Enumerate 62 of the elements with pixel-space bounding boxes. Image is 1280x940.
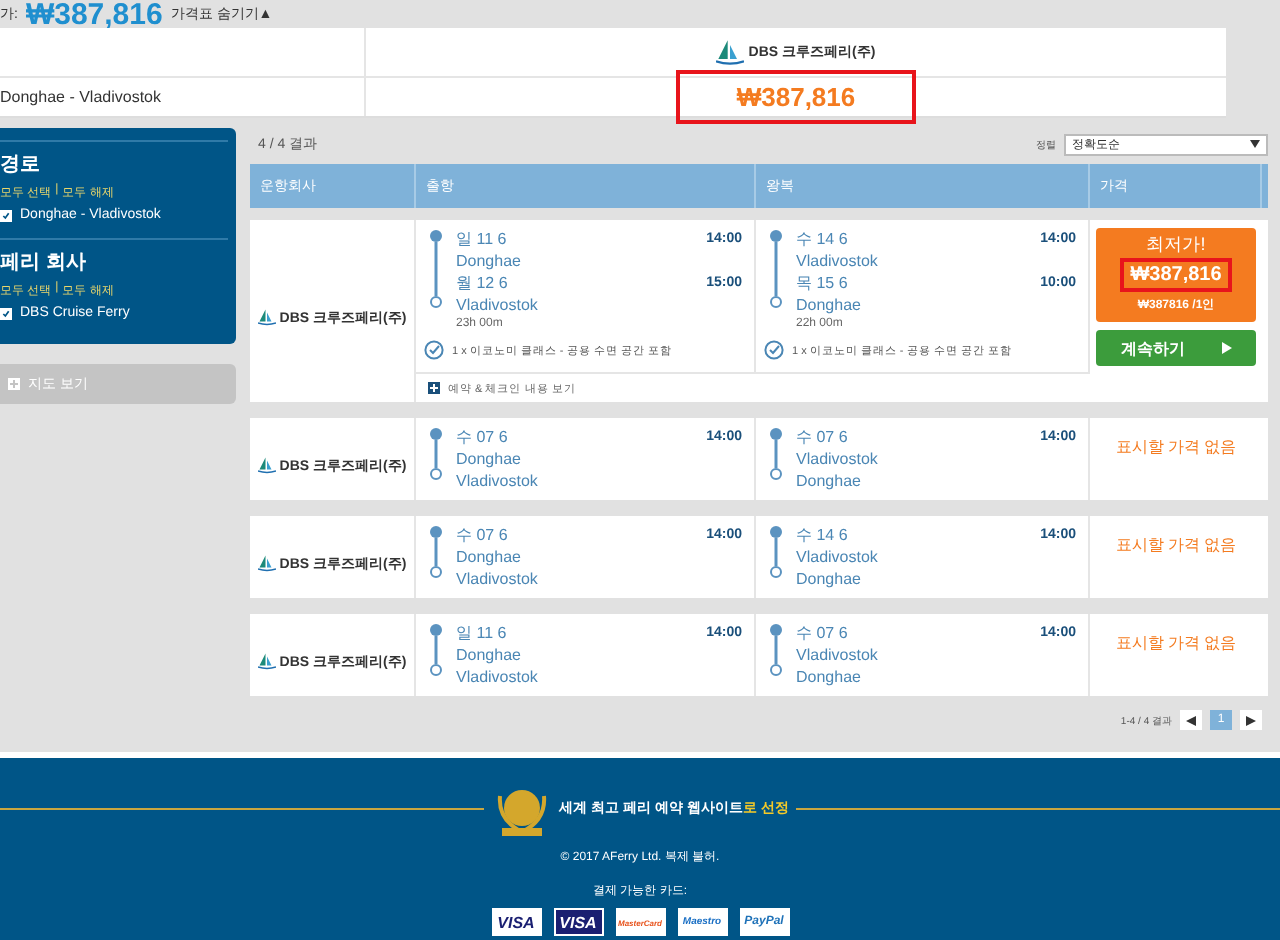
arrival-date: 월 12 6	[456, 272, 508, 294]
arrival-port: Vladivostok	[456, 568, 540, 590]
no-price-message: 표시할 가격 없음	[1113, 632, 1239, 654]
departure-date: 일 11 6	[456, 622, 507, 644]
route-line-icon	[428, 524, 444, 580]
departure-date: 수 14 6	[796, 524, 848, 546]
departure-date: 수 14 6	[796, 228, 848, 250]
ferry-logo-icon	[716, 38, 745, 66]
next-page-button[interactable]	[1240, 710, 1262, 730]
arrival-port: Donghae	[796, 294, 863, 316]
departure-port: Donghae	[456, 546, 523, 568]
route-name: Donghae - Vladivostok	[0, 88, 161, 106]
route-line-icon	[428, 622, 444, 678]
plus-icon	[8, 378, 20, 390]
route-line-icon	[768, 622, 784, 678]
plus-icon	[428, 382, 440, 394]
departure-date: 수 07 6	[456, 524, 508, 546]
no-price-message: 표시할 가격 없음	[1113, 534, 1239, 556]
route-line-icon	[768, 426, 784, 482]
arrival-port: Donghae	[796, 568, 863, 590]
arrival-port: Vladivostok	[456, 294, 540, 316]
previous-page-button[interactable]	[1180, 710, 1202, 730]
departure-port: Vladivostok	[796, 250, 880, 272]
arrival-port: Donghae	[796, 666, 863, 688]
payment-card-logo: VISA	[553, 908, 603, 936]
departure-date: 수 07 6	[456, 426, 508, 448]
check-circle-icon	[764, 340, 784, 360]
filter-checkbox[interactable]	[0, 307, 12, 319]
ferry-logo-icon	[257, 308, 276, 326]
filter-title: 페리 회사	[0, 250, 88, 276]
departure-date: 수 07 6	[796, 426, 848, 448]
arrival-port: Vladivostok	[456, 666, 540, 688]
no-price-message: 표시할 가격 없음	[1113, 436, 1239, 458]
route-line-icon	[768, 524, 784, 580]
departure-date: 일 11 6	[456, 228, 507, 250]
ferry-logo-icon	[257, 456, 276, 474]
payment-card-logo: VISA	[491, 908, 541, 936]
offer-price: ₩387,816	[1120, 258, 1232, 292]
continue-button[interactable]: 계속하기	[1096, 330, 1256, 366]
departure-port: Donghae	[456, 250, 523, 272]
filter-title: 경로	[0, 152, 42, 178]
ferry-logo-icon	[257, 652, 276, 670]
departure-date: 수 07 6	[796, 622, 848, 644]
departure-port: Vladivostok	[796, 644, 880, 666]
arrival-date: 목 15 6	[796, 272, 848, 294]
right-triangle-icon	[1246, 715, 1256, 725]
arrival-port: Vladivostok	[456, 470, 540, 492]
left-triangle-icon	[1186, 715, 1196, 725]
lowest-price-label: 최저가!	[1146, 232, 1206, 258]
check-circle-icon	[424, 340, 444, 360]
departure-port: Donghae	[456, 644, 523, 666]
total-price: ₩387,816	[25, 0, 163, 31]
ferry-logo-icon	[257, 554, 276, 572]
route-line-icon	[428, 426, 444, 482]
arrival-port: Donghae	[796, 470, 863, 492]
departure-port: Donghae	[456, 448, 523, 470]
departure-port: Vladivostok	[796, 546, 880, 568]
play-icon	[1221, 342, 1231, 354]
departure-port: Vladivostok	[796, 448, 880, 470]
route-price: ₩387,816	[676, 70, 916, 124]
dropdown-icon	[1250, 140, 1260, 148]
filter-checkbox[interactable]	[0, 209, 12, 221]
